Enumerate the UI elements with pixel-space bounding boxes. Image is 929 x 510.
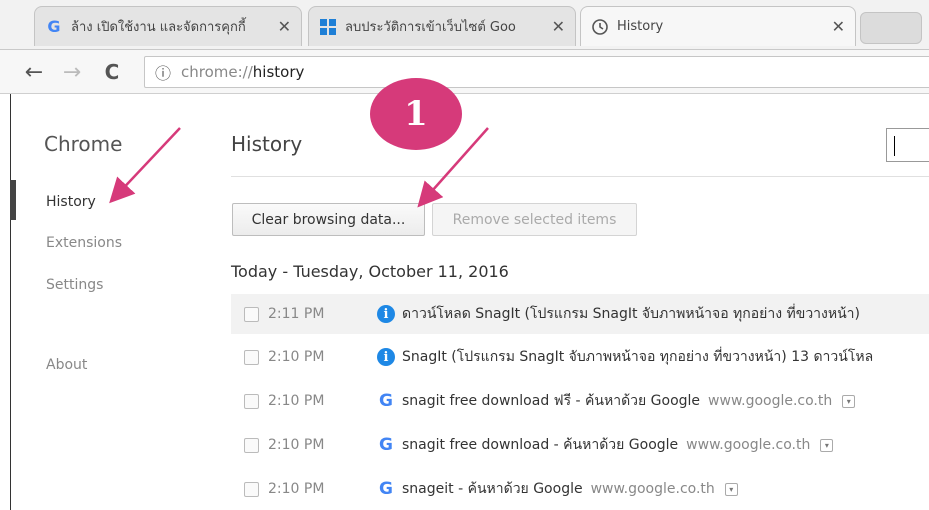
tab-title: ลบประวัติการเข้าเว็บไซต์ Goo bbox=[345, 20, 516, 35]
row-menu-button[interactable]: ▾ bbox=[842, 394, 856, 408]
tab-cookies[interactable]: G ล้าง เปิดใช้งาน และจัดการคุกกี้ ✕ bbox=[34, 6, 302, 46]
google-g-icon: G bbox=[379, 391, 393, 411]
tab-title: ล้าง เปิดใช้งาน และจัดการคุกกี้ bbox=[71, 20, 246, 35]
row-checkbox[interactable] bbox=[244, 437, 259, 453]
info-icon[interactable]: ⓘ bbox=[155, 60, 171, 84]
header-divider bbox=[231, 176, 929, 177]
history-clock-icon bbox=[591, 18, 609, 36]
close-tab-icon[interactable]: ✕ bbox=[832, 17, 845, 36]
google-g-icon: G bbox=[379, 435, 393, 455]
entry-domain: www.google.co.th bbox=[590, 481, 715, 497]
sidebar-item-settings[interactable]: Settings bbox=[46, 277, 103, 293]
tab-delete-history[interactable]: ลบประวัติการเข้าเว็บไซต์ Goo ✕ bbox=[308, 6, 576, 46]
entry-time: 2:10 PM bbox=[268, 393, 325, 409]
entry-title-link[interactable]: snageit - ค้นหาด้วย Google bbox=[402, 478, 583, 500]
row-menu-button[interactable]: ▾ bbox=[724, 482, 738, 496]
row-checkbox[interactable] bbox=[244, 306, 259, 322]
history-row[interactable]: 2:10 PM i SnagIt (โปรแกรม SnagIt จับภาพห… bbox=[231, 337, 929, 377]
entry-time: 2:10 PM bbox=[268, 349, 325, 365]
info-icon: i bbox=[377, 305, 395, 323]
row-checkbox[interactable] bbox=[244, 349, 259, 365]
window-left-border bbox=[10, 94, 11, 510]
tab-history[interactable]: History ✕ bbox=[580, 6, 856, 46]
browser-toolbar: ← → C ⓘ chrome://history bbox=[0, 50, 929, 94]
history-row[interactable]: 2:11 PM i ดาวน์โหลด SnagIt (โปรแกรม Snag… bbox=[231, 294, 929, 334]
sidebar-item-extensions[interactable]: Extensions bbox=[46, 235, 122, 251]
close-tab-icon[interactable]: ✕ bbox=[552, 17, 565, 36]
tab-strip: G ล้าง เปิดใช้งาน และจัดการคุกกี้ ✕ ลบปร… bbox=[0, 0, 929, 50]
step-number-badge: 1 bbox=[370, 78, 462, 150]
arrow-to-history-icon bbox=[109, 127, 181, 204]
address-bar[interactable]: ⓘ chrome://history bbox=[144, 56, 929, 88]
text-caret bbox=[894, 136, 895, 156]
new-tab-button[interactable] bbox=[860, 12, 922, 44]
google-g-icon: G bbox=[47, 17, 61, 36]
entry-title-link[interactable]: snagit free download - ค้นหาด้วย Google bbox=[402, 434, 678, 456]
tab-title: History bbox=[617, 19, 664, 34]
google-g-icon: G bbox=[379, 479, 393, 499]
remove-selected-items-button[interactable]: Remove selected items bbox=[432, 203, 637, 236]
url-scheme: chrome:// bbox=[181, 63, 253, 81]
history-row[interactable]: 2:10 PM G snageit - ค้นหาด้วย Google www… bbox=[231, 469, 929, 509]
row-menu-button[interactable]: ▾ bbox=[820, 438, 834, 452]
entry-title-link[interactable]: snagit free download ฟรี - ค้นหาด้วย Goo… bbox=[402, 390, 700, 412]
sidebar-item-history[interactable]: History bbox=[46, 194, 96, 210]
clear-browsing-data-button[interactable]: Clear browsing data... bbox=[232, 203, 425, 236]
entry-title-link[interactable]: SnagIt (โปรแกรม SnagIt จับภาพหน้าจอ ทุกอ… bbox=[402, 346, 873, 368]
forward-button[interactable]: → bbox=[58, 58, 86, 86]
windows-icon bbox=[319, 18, 337, 36]
back-button[interactable]: ← bbox=[20, 58, 48, 86]
day-heading: Today - Tuesday, October 11, 2016 bbox=[231, 262, 509, 281]
entry-domain: www.google.co.th bbox=[686, 437, 811, 453]
entry-title-link[interactable]: ดาวน์โหลด SnagIt (โปรแกรม SnagIt จับภาพห… bbox=[402, 303, 860, 325]
entry-time: 2:10 PM bbox=[268, 437, 325, 453]
reload-button[interactable]: C bbox=[98, 58, 126, 86]
entry-domain: www.google.co.th bbox=[708, 393, 833, 409]
page-title: History bbox=[231, 132, 303, 156]
row-checkbox[interactable] bbox=[244, 481, 259, 497]
sidebar-item-about[interactable]: About bbox=[46, 357, 87, 373]
close-tab-icon[interactable]: ✕ bbox=[278, 17, 291, 36]
history-row[interactable]: 2:10 PM G snagit free download ฟรี - ค้น… bbox=[231, 381, 929, 421]
entry-time: 2:11 PM bbox=[268, 306, 325, 322]
history-row[interactable]: 2:10 PM G snagit free download - ค้นหาด้… bbox=[231, 425, 929, 465]
entry-time: 2:10 PM bbox=[268, 481, 325, 497]
sidebar-title: Chrome bbox=[44, 132, 123, 156]
url-host: history bbox=[252, 63, 305, 81]
selected-indicator bbox=[10, 180, 16, 220]
search-history-input[interactable] bbox=[886, 128, 929, 162]
info-icon: i bbox=[377, 348, 395, 366]
row-checkbox[interactable] bbox=[244, 393, 259, 409]
